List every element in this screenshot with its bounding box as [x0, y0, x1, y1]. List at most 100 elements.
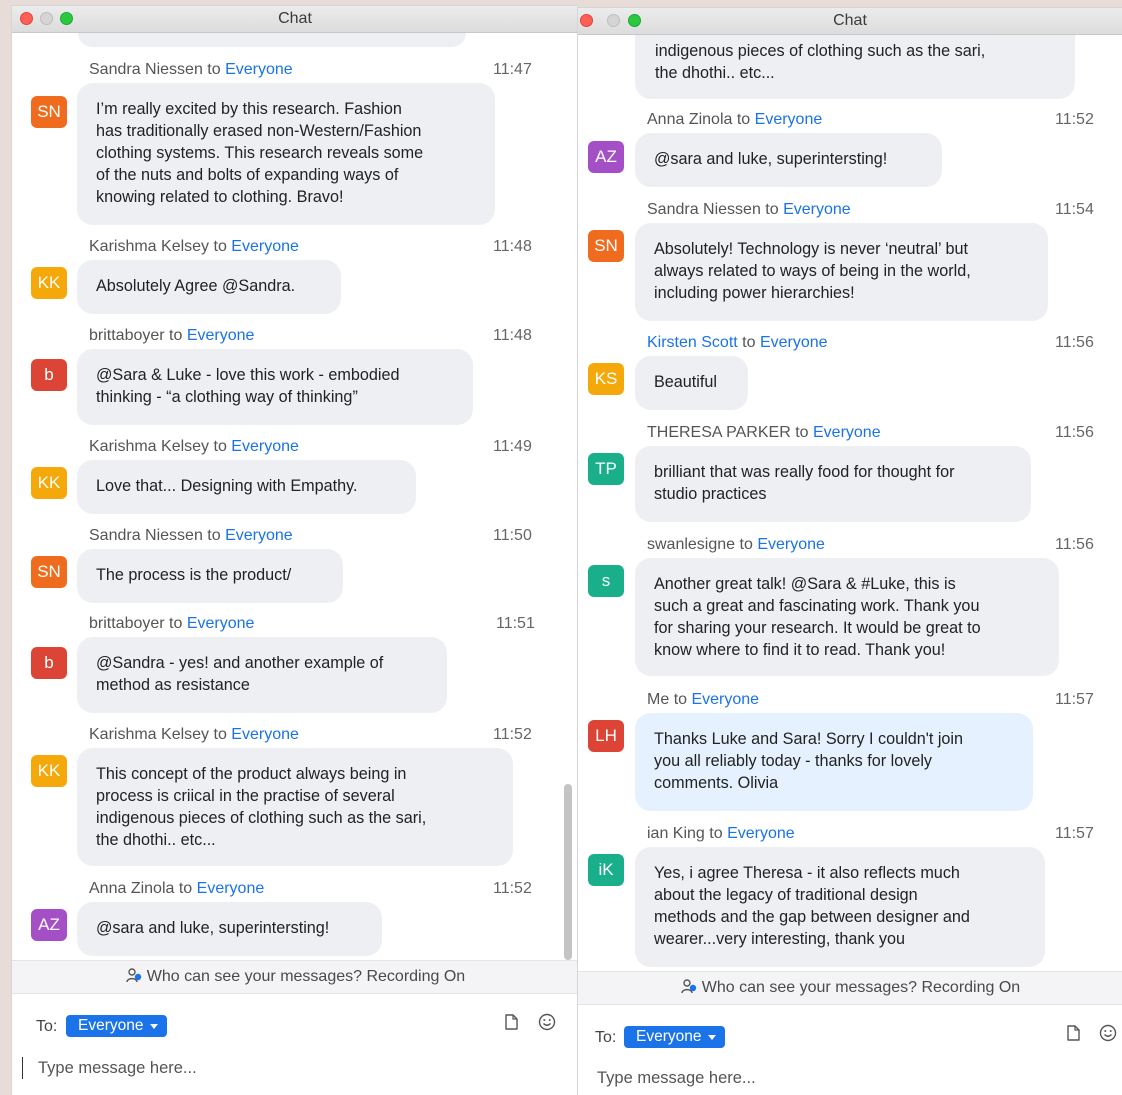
message-time: 11:48 — [493, 327, 532, 344]
recipient-link[interactable]: Everyone — [760, 334, 828, 351]
emoji-icon[interactable] — [538, 1013, 556, 1031]
message-header: Karishma Kelsey to Everyone — [89, 726, 299, 743]
message-line: brilliant that was really food for thoug… — [654, 463, 955, 481]
message-bubble: This concept of the product always being… — [77, 748, 513, 866]
avatar[interactable]: TP — [588, 453, 624, 485]
message-input[interactable] — [38, 1056, 538, 1080]
scrollbar-thumb[interactable] — [564, 784, 572, 960]
recipient-link[interactable]: Everyone — [225, 527, 293, 544]
recipient-link[interactable]: Everyone — [691, 691, 759, 708]
message-line: Thanks Luke and Sara! Sorry I couldn't j… — [654, 730, 964, 748]
avatar[interactable]: KS — [588, 363, 624, 395]
message-bubble-clipped: indigenous pieces of clothing such as th… — [635, 35, 1075, 99]
message-time: 11:49 — [493, 438, 532, 455]
avatar[interactable]: KK — [31, 467, 67, 499]
recipient-link[interactable]: Everyone — [225, 61, 293, 78]
avatar[interactable]: KK — [31, 755, 67, 787]
message-list[interactable]: Sandra Niessen to Everyone 11:47 SN I’m … — [12, 33, 578, 960]
message-line: @Sandra - yes! and another example of — [96, 654, 384, 672]
message-time: 11:56 — [1055, 536, 1094, 553]
message-header: brittaboyer to Everyone — [89, 615, 255, 632]
message-line: indigenous pieces of clothing such as th… — [655, 42, 986, 60]
message-header: Sandra Niessen to Everyone — [647, 201, 851, 218]
message-line: process is criical in the practise of se… — [96, 787, 395, 805]
message-line: Yes, i agree Theresa - it also reflects … — [654, 864, 960, 882]
title-bar: Chat — [578, 8, 1122, 35]
file-icon[interactable] — [1064, 1024, 1082, 1042]
message-line: Another great talk! @Sara & #Luke, this … — [654, 575, 956, 593]
recipient-link[interactable]: Everyone — [727, 825, 795, 842]
message-line: @sara and luke, superintersting! — [654, 150, 888, 168]
message-line: Absolutely! Technology is never ‘neutral… — [654, 240, 969, 258]
emoji-icon[interactable] — [1099, 1024, 1117, 1042]
avatar[interactable]: SN — [31, 96, 67, 128]
message-line: the dhothi.. etc... — [655, 64, 775, 82]
message-line: This concept of the product always being… — [96, 765, 407, 783]
message-bubble: Another great talk! @Sara & #Luke, this … — [635, 558, 1059, 676]
person-visibility-icon — [681, 979, 696, 994]
message-bubble: Absolutely! Technology is never ‘neutral… — [635, 223, 1048, 321]
message-header: Anna Zinola to Everyone — [89, 880, 265, 897]
recipient-link[interactable]: Everyone — [197, 880, 265, 897]
message-bubble: The process is the product/ — [77, 549, 343, 603]
recipient-link[interactable]: Everyone — [757, 536, 825, 553]
avatar[interactable]: b — [31, 359, 67, 391]
message-header: brittaboyer to Everyone — [89, 327, 255, 344]
message-line: know where to find it to read. Thank you… — [654, 641, 946, 659]
recipient-link[interactable]: Everyone — [187, 327, 255, 344]
message-line: @Sara & Luke - love this work - embodied — [96, 366, 400, 384]
message-header: Me to Everyone — [647, 691, 760, 708]
message-line: about the legacy of traditional design — [654, 886, 918, 904]
recipient-select[interactable]: Everyone — [66, 1015, 168, 1037]
message-header: Karishma Kelsey to Everyone — [89, 238, 299, 255]
message-line: of the nuts and bolts of expanding ways … — [96, 166, 399, 184]
message-line: clothing systems. This research reveals … — [96, 144, 424, 162]
avatar[interactable]: AZ — [588, 141, 624, 173]
chat-window-right: Chat indigenous pieces of clothing such … — [578, 8, 1122, 1095]
avatar[interactable]: s — [588, 565, 624, 597]
privacy-notice-text: Who can see your messages? Recording On — [146, 968, 466, 985]
recipient-select-value: Everyone — [636, 1028, 702, 1045]
privacy-notice-text: Who can see your messages? Recording On — [701, 979, 1021, 996]
message-bubble: Beautiful — [635, 356, 748, 410]
avatar[interactable]: AZ — [31, 909, 67, 941]
message-time: 11:57 — [1055, 825, 1094, 842]
recipient-link[interactable]: Everyone — [755, 111, 823, 128]
message-line: for sharing your research. It would be g… — [654, 619, 981, 637]
message-line: knowing related to clothing. Bravo! — [96, 188, 344, 206]
message-line: methods and the gap between designer and — [654, 908, 970, 926]
message-line: you all reliably today - thanks for love… — [654, 752, 933, 770]
message-time: 11:52 — [493, 880, 532, 897]
recipient-link[interactable]: Everyone — [231, 726, 299, 743]
privacy-notice[interactable]: Who can see your messages? Recording On — [12, 960, 578, 994]
message-list[interactable]: indigenous pieces of clothing such as th… — [578, 35, 1122, 971]
recipient-link[interactable]: Everyone — [187, 615, 255, 632]
text-cursor — [22, 1057, 23, 1079]
avatar[interactable]: b — [31, 647, 67, 679]
privacy-notice[interactable]: Who can see your messages? Recording On — [578, 971, 1122, 1005]
my-message-bubble: Thanks Luke and Sara! Sorry I couldn't j… — [635, 713, 1033, 811]
chevron-down-icon — [150, 1024, 159, 1029]
avatar[interactable]: SN — [31, 556, 67, 588]
message-line: always related to ways of being in the w… — [654, 262, 971, 280]
message-bubble: brilliant that was really food for thoug… — [635, 446, 1031, 522]
compose-area: To: Everyone — [12, 993, 578, 1095]
message-bubble: @Sara & Luke - love this work - embodied… — [77, 349, 473, 425]
message-time: 11:52 — [1055, 111, 1094, 128]
recipient-link[interactable]: Everyone — [813, 424, 881, 441]
recipient-link[interactable]: Everyone — [231, 238, 299, 255]
recipient-link[interactable]: Everyone — [783, 201, 851, 218]
avatar[interactable]: SN — [588, 230, 624, 262]
recipient-link[interactable]: Everyone — [231, 438, 299, 455]
recipient-select[interactable]: Everyone — [624, 1026, 726, 1048]
avatar[interactable]: iK — [588, 854, 624, 886]
message-bubble: I’m really excited by this research. Fas… — [77, 83, 495, 225]
message-bubble: @sara and luke, superintersting! — [635, 133, 942, 187]
message-line: indigenous pieces of clothing such as th… — [96, 809, 427, 827]
avatar[interactable]: KK — [31, 267, 67, 299]
message-line: @sara and luke, superintersting! — [96, 919, 330, 937]
avatar[interactable]: LH — [588, 720, 624, 752]
message-input[interactable] — [597, 1066, 1097, 1090]
message-line: The process is the product/ — [96, 566, 292, 584]
file-icon[interactable] — [502, 1013, 520, 1031]
